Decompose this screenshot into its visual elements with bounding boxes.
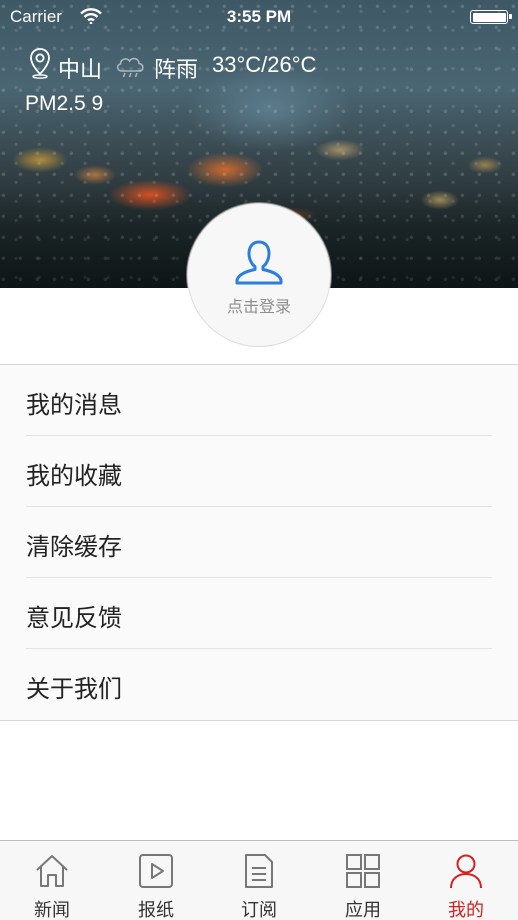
battery-icon: [470, 10, 512, 24]
weather-condition: 阵雨: [154, 57, 199, 82]
tab-newspaper[interactable]: 报纸: [104, 841, 208, 920]
tab-label: 报纸: [138, 900, 174, 920]
tab-label: 订阅: [241, 900, 277, 920]
grid-icon: [346, 854, 380, 888]
tab-label: 应用: [345, 900, 381, 920]
tab-apps[interactable]: 应用: [311, 841, 415, 920]
status-time: 3:55 PM: [226, 7, 292, 26]
location-pin-icon: [29, 47, 51, 84]
menu-item-label: 我的收藏: [26, 462, 122, 490]
person-icon: [450, 854, 482, 889]
menu-item-feedback[interactable]: 意见反馈: [0, 578, 518, 649]
settings-menu: 我的消息 我的收藏 清除缓存 意见反馈 关于我们: [0, 364, 518, 721]
tab-bar: 新闻 报纸 订阅 应用 我的: [0, 840, 518, 920]
login-label: 点击登录: [226, 297, 291, 316]
weather-temperature: 33°C/26°C: [212, 52, 317, 77]
status-bar: Carrier 3:55 PM: [0, 0, 518, 34]
menu-item-label: 意见反馈: [26, 604, 122, 632]
menu-item-clear-cache[interactable]: 清除缓存: [0, 507, 518, 578]
weather-pm25: PM2.5 9: [25, 92, 104, 115]
tab-label: 我的: [448, 900, 484, 920]
user-icon: [234, 238, 284, 290]
tab-label: 新闻: [34, 900, 70, 920]
login-avatar-button[interactable]: 点击登录: [187, 203, 331, 347]
tab-mine[interactable]: 我的: [414, 841, 518, 920]
menu-item-label: 关于我们: [26, 675, 122, 703]
menu-item-favorites[interactable]: 我的收藏: [0, 436, 518, 507]
menu-item-about[interactable]: 关于我们: [0, 649, 518, 720]
menu-item-messages[interactable]: 我的消息: [0, 365, 518, 436]
document-icon: [245, 854, 273, 888]
weather-city: 中山: [58, 57, 103, 82]
menu-item-label: 我的消息: [26, 391, 122, 419]
tab-subscribe[interactable]: 订阅: [207, 841, 311, 920]
cloud-rain-icon: [114, 53, 148, 84]
menu-item-label: 清除缓存: [26, 533, 122, 561]
tab-news[interactable]: 新闻: [0, 841, 104, 920]
home-icon: [36, 855, 68, 887]
play-icon: [139, 854, 173, 888]
